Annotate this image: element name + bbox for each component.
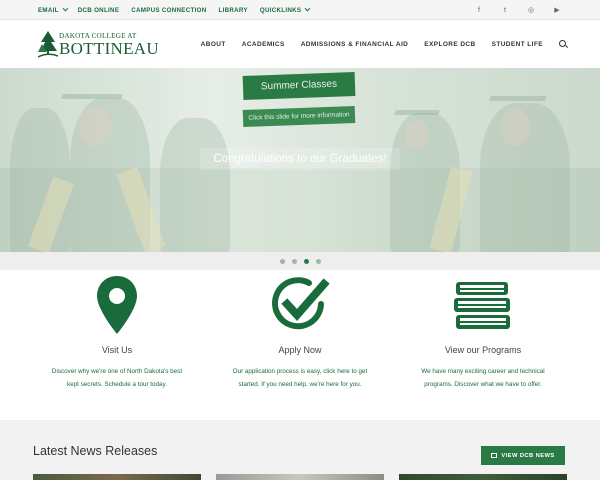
nav-item-about[interactable]: ABOUT	[201, 41, 226, 48]
social-links: f t ◎ ▶	[474, 0, 562, 20]
feature-description: Our application process is easy, click h…	[232, 368, 368, 388]
feature-columns: Visit Us Discover why we're one of North…	[0, 270, 600, 420]
college-logo[interactable]: DAKOTA COLLEGE AT BOTTINEAU	[38, 30, 163, 60]
hero-caption: Congratulations to our Graduates!	[200, 148, 400, 170]
news-thumbnail[interactable]	[399, 474, 567, 480]
main-nav: ABOUT ACADEMICS ADMISSIONS & FINANCIAL A…	[201, 21, 568, 68]
feature-description: Discover why we're one of North Dakota's…	[51, 368, 183, 388]
utility-link-library[interactable]: LIBRARY	[218, 7, 247, 14]
feature-title: Apply Now	[278, 345, 322, 355]
slider-pagination	[0, 252, 600, 270]
search-icon[interactable]	[559, 40, 568, 49]
hero-slider[interactable]: Summer Classes Click this slide for more…	[0, 68, 600, 252]
slider-dot-2[interactable]	[291, 258, 297, 264]
feature-visit-us[interactable]: Visit Us Discover why we're one of North…	[27, 270, 207, 420]
site-header: DAKOTA COLLEGE AT BOTTINEAU ABOUT ACADEM…	[0, 21, 600, 68]
newspaper-icon	[491, 453, 498, 458]
pine-tree-logo-icon	[38, 31, 58, 58]
feature-apply-now[interactable]: Apply Now Our application process is eas…	[210, 270, 390, 420]
youtube-icon[interactable]: ▶	[552, 6, 562, 14]
facebook-icon[interactable]: f	[474, 7, 484, 14]
view-news-button[interactable]: VIEW DCB NEWS	[481, 446, 565, 465]
news-heading: Latest News Releases	[33, 444, 158, 458]
slider-dot-4[interactable]	[315, 258, 321, 264]
twitter-icon[interactable]: t	[500, 7, 510, 14]
nav-item-admissions[interactable]: ADMISSIONS & FINANCIAL AID	[301, 41, 409, 48]
chevron-down-icon	[62, 5, 68, 11]
news-thumbnail[interactable]	[216, 474, 384, 480]
checkmark-circle-icon	[272, 277, 330, 330]
nav-item-student-life[interactable]: STUDENT LIFE	[492, 41, 543, 48]
slider-dot-1[interactable]	[279, 258, 285, 264]
feature-title: Visit Us	[101, 345, 133, 355]
news-section: Latest News Releases VIEW DCB NEWS	[0, 420, 600, 480]
books-icon	[454, 282, 510, 329]
utility-link-quicklinks[interactable]: QUICKLINKS	[260, 5, 311, 14]
logo-line-2: BOTTINEAU	[59, 39, 159, 58]
news-thumbnail[interactable]	[33, 474, 201, 480]
feature-title: View our Programs	[444, 345, 522, 355]
utility-bar: EMAIL DCB ONLINE CAMPUS CONNECTION LIBRA…	[0, 0, 600, 20]
nav-item-explore[interactable]: EXPLORE DCB	[424, 41, 475, 48]
instagram-icon[interactable]: ◎	[526, 6, 536, 14]
slider-dot-3[interactable]	[303, 258, 309, 264]
utility-link-dcb-online[interactable]: DCB ONLINE	[78, 7, 120, 14]
utility-link-campus-connection[interactable]: CAMPUS CONNECTION	[131, 7, 206, 14]
chevron-down-icon	[304, 5, 311, 11]
map-pin-icon	[97, 276, 137, 334]
feature-description: We have many exciting career and technic…	[421, 368, 545, 388]
view-news-label: VIEW DCB NEWS	[501, 452, 555, 459]
utility-link-email[interactable]: EMAIL	[38, 5, 68, 14]
utility-links: EMAIL DCB ONLINE CAMPUS CONNECTION LIBRA…	[38, 0, 311, 20]
slide-title-button[interactable]: Summer Classes	[242, 72, 356, 100]
feature-view-programs[interactable]: View our Programs We have many exciting …	[393, 270, 573, 420]
nav-item-academics[interactable]: ACADEMICS	[242, 41, 285, 48]
